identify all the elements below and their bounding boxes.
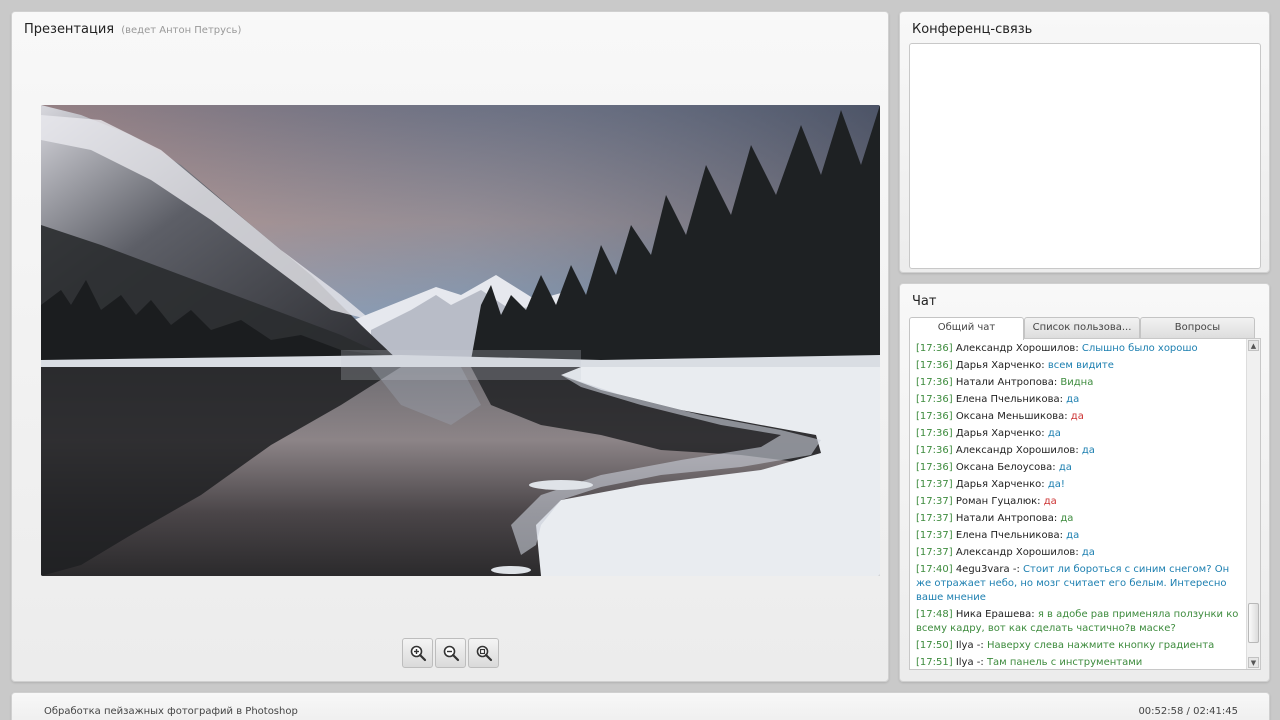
- message-time: [17:37]: [916, 530, 953, 541]
- message-time: [17:37]: [916, 513, 953, 524]
- message-author: Ilya -:: [955, 640, 984, 651]
- message-time: [17:40]: [916, 564, 953, 575]
- chat-message: [17:36] Натали Антропова: Видна: [916, 376, 1244, 390]
- message-time: [17:36]: [916, 360, 953, 371]
- chat-message: [17:37] Дарья Харченко: да!: [916, 478, 1244, 492]
- message-text: да: [1058, 462, 1072, 473]
- playback-timer: 00:52:58 / 02:41:45: [1138, 706, 1238, 717]
- conference-title: Конференц-связь: [912, 22, 1033, 37]
- message-list: [17:36] Александр Хорошилов: Слышно было…: [916, 342, 1244, 669]
- message-text: всем видите: [1047, 360, 1114, 371]
- message-time: [17:36]: [916, 411, 953, 422]
- message-author: Ника Ерашева:: [955, 609, 1035, 620]
- tab-questions[interactable]: Вопросы: [1140, 317, 1255, 339]
- zoom-out-icon: [443, 645, 459, 662]
- presentation-title-text: Презентация: [24, 22, 115, 37]
- chat-message: [17:48] Ника Ерашева: я в адобе рав прим…: [916, 608, 1244, 636]
- message-author: Ilya -:: [955, 657, 984, 668]
- message-text: Видна: [1060, 377, 1094, 388]
- tab-user-list[interactable]: Список пользова...: [1024, 317, 1140, 339]
- chat-message: [17:36] Дарья Харченко: всем видите: [916, 359, 1244, 373]
- message-time: [17:36]: [916, 445, 953, 456]
- zoom-out-button[interactable]: [435, 638, 466, 668]
- message-time: [17:36]: [916, 377, 953, 388]
- chat-message: [17:40] 4egu3vara -: Стоит ли бороться с…: [916, 563, 1244, 605]
- message-time: [17:36]: [916, 394, 953, 405]
- message-text: да: [1066, 394, 1080, 405]
- message-author: Натали Антропова:: [955, 513, 1058, 524]
- presentation-title: Презентация (ведет Антон Петрусь): [24, 22, 241, 37]
- chat-panel: Чат Общий чат Список пользова... Вопросы…: [899, 283, 1270, 682]
- message-author: Дарья Харченко:: [955, 360, 1045, 371]
- message-author: Дарья Харченко:: [955, 479, 1045, 490]
- scroll-down-icon[interactable]: ▼: [1248, 657, 1259, 668]
- message-author: Натали Антропова:: [955, 377, 1058, 388]
- presentation-panel: Презентация (ведет Антон Петрусь): [11, 11, 889, 682]
- footer-bar: Обработка пейзажных фотографий в Photosh…: [11, 692, 1270, 720]
- message-author: Александр Хорошилов:: [955, 547, 1079, 558]
- chat-messages[interactable]: [17:36] Александр Хорошилов: Слышно было…: [909, 338, 1261, 670]
- message-time: [17:36]: [916, 462, 953, 473]
- zoom-in-icon: [410, 645, 426, 662]
- tab-general-chat[interactable]: Общий чат: [909, 317, 1024, 340]
- chat-box: Общий чат Список пользова... Вопросы [17…: [909, 317, 1261, 670]
- presenter-label: (ведет Антон Петрусь): [121, 25, 242, 36]
- chat-tabs: Общий чат Список пользова... Вопросы: [909, 317, 1255, 340]
- scroll-up-icon[interactable]: ▲: [1248, 340, 1259, 351]
- message-author: Александр Хорошилов:: [955, 445, 1079, 456]
- chat-message: [17:36] Елена Пчельникова: да: [916, 393, 1244, 407]
- message-time: [17:51]: [916, 657, 953, 668]
- chat-message: [17:37] Натали Антропова: да: [916, 512, 1244, 526]
- zoom-in-button[interactable]: [402, 638, 433, 668]
- chat-message: [17:37] Елена Пчельникова: да: [916, 529, 1244, 543]
- message-text: да!: [1047, 479, 1065, 490]
- conference-video-area: [909, 43, 1261, 269]
- message-text: да: [1060, 513, 1074, 524]
- message-author: Оксана Белоусова:: [955, 462, 1056, 473]
- message-author: Оксана Меньшикова:: [955, 411, 1068, 422]
- message-author: 4egu3vara -:: [955, 564, 1020, 575]
- course-title: Обработка пейзажных фотографий в Photosh…: [44, 706, 298, 717]
- chat-scrollbar[interactable]: ▲ ▼: [1246, 339, 1260, 669]
- message-text: Там панель с инструментами: [986, 657, 1143, 668]
- chat-message: [17:36] Оксана Меньшикова: да: [916, 410, 1244, 424]
- message-text: да: [1081, 547, 1095, 558]
- message-author: Александр Хорошилов:: [955, 343, 1079, 354]
- message-text: Слышно было хорошо: [1081, 343, 1198, 354]
- message-author: Елена Пчельникова:: [955, 394, 1063, 405]
- message-time: [17:37]: [916, 547, 953, 558]
- slide-image: [41, 105, 880, 576]
- chat-message: [17:36] Александр Хорошилов: да: [916, 444, 1244, 458]
- message-text: да: [1070, 411, 1084, 422]
- message-time: [17:36]: [916, 428, 953, 439]
- chat-message: [17:36] Оксана Белоусова: да: [916, 461, 1244, 475]
- chat-message: [17:50] Ilya -: Наверху слева нажмите кн…: [916, 639, 1244, 653]
- message-text: да: [1047, 428, 1061, 439]
- chat-message: [17:37] Роман Гуцалюк: да: [916, 495, 1244, 509]
- zoom-fit-icon: [476, 645, 492, 662]
- scroll-thumb[interactable]: [1248, 603, 1259, 643]
- message-text: да: [1066, 530, 1080, 541]
- message-text: да: [1043, 496, 1057, 507]
- message-time: [17:37]: [916, 496, 953, 507]
- chat-message: [17:51] Ilya -: Там панель с инструмента…: [916, 656, 1244, 669]
- message-time: [17:37]: [916, 479, 953, 490]
- message-time: [17:48]: [916, 609, 953, 620]
- message-author: Елена Пчельникова:: [955, 530, 1063, 541]
- chat-message: [17:37] Александр Хорошилов: да: [916, 546, 1244, 560]
- message-author: Роман Гуцалюк:: [955, 496, 1041, 507]
- chat-message: [17:36] Дарья Харченко: да: [916, 427, 1244, 441]
- chat-message: [17:36] Александр Хорошилов: Слышно было…: [916, 342, 1244, 356]
- message-time: [17:50]: [916, 640, 953, 651]
- zoom-fit-button[interactable]: [468, 638, 499, 668]
- message-text: Наверху слева нажмите кнопку градиента: [986, 640, 1215, 651]
- message-text: да: [1081, 445, 1095, 456]
- conference-panel: Конференц-связь: [899, 11, 1270, 273]
- chat-title: Чат: [912, 294, 937, 309]
- message-author: Дарья Харченко:: [955, 428, 1045, 439]
- message-time: [17:36]: [916, 343, 953, 354]
